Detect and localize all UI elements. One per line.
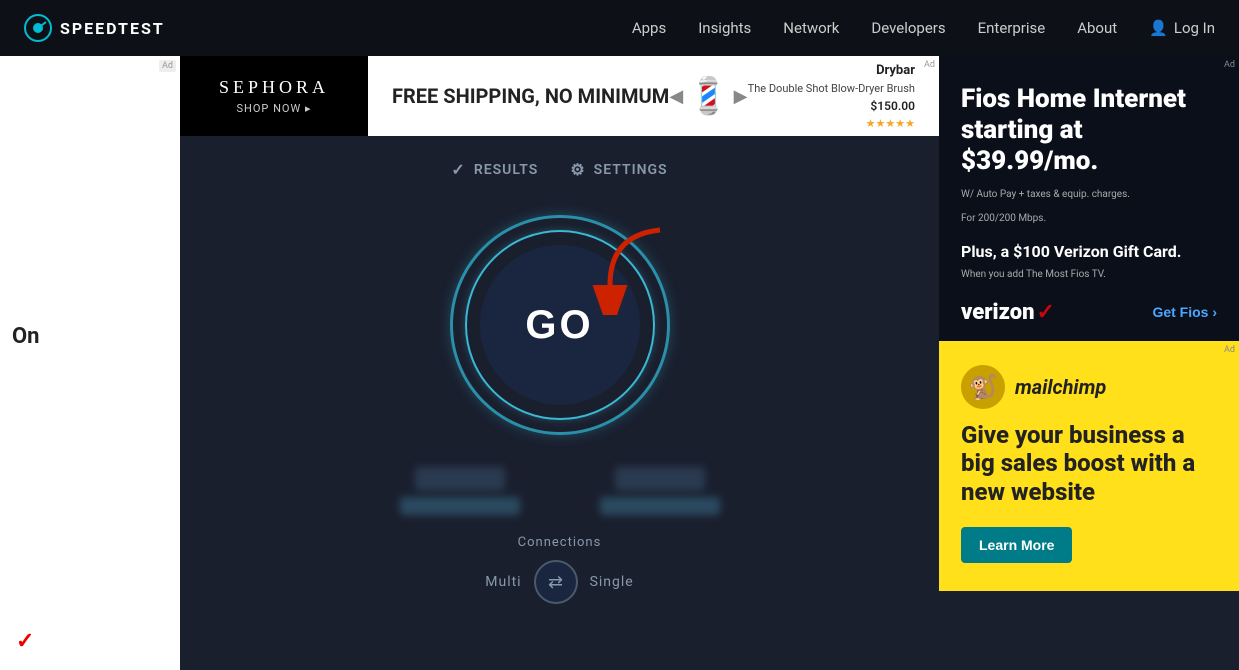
verizon-checkmark-icon: ✓ [1037, 300, 1055, 325]
verizon-ad-badge: Ad [1224, 60, 1235, 70]
verizon-ad: Ad Fios Home Internet starting at $39.99… [939, 56, 1239, 341]
verizon-ad-title: Fios Home Internet starting at $39.99/mo… [961, 84, 1217, 178]
tab-results-label: RESULTS [474, 162, 539, 178]
mailchimp-learn-label: Learn More [979, 537, 1054, 553]
mailchimp-brand: mailchimp [1015, 375, 1106, 399]
drybar-headline: FREE SHIPPING, NO MINIMUM [392, 84, 669, 108]
drybar-left: FREE SHIPPING, NO MINIMUM [392, 84, 669, 108]
connections-toggle-button[interactable]: ⇄ [534, 560, 578, 604]
monkey-emoji: 🐒 [968, 373, 998, 401]
verizon-ad-sub1: W/ Auto Pay + taxes & equip. charges. [961, 188, 1217, 202]
single-label: Single [590, 574, 634, 590]
drybar-prev-arrow[interactable]: ◀ [669, 86, 683, 107]
person-icon: 👤 [1149, 19, 1168, 37]
right-sidebar: Ad Fios Home Internet starting at $39.99… [939, 56, 1239, 670]
get-fios-label: Get Fios › [1152, 304, 1217, 320]
login-label: Log In [1174, 19, 1215, 37]
tabs-row: ✓ RESULTS ⚙ SETTINGS [451, 156, 667, 183]
verizon-ad-sub2: For 200/200 Mbps. [961, 212, 1217, 226]
get-fios-button[interactable]: Get Fios › [1152, 304, 1217, 320]
drybar-next-arrow[interactable]: ▶ [734, 86, 748, 107]
toggle-icon: ⇄ [548, 572, 563, 593]
upload-sub-blurred [600, 497, 720, 515]
verizon-logo-text: verizon [961, 300, 1035, 325]
drybar-product: The Double Shot Blow-Dryer Brush [748, 82, 915, 95]
left-ad-on-text: On [12, 324, 40, 349]
sephora-ad[interactable]: SEPHORA SHOP NOW ▸ [180, 56, 368, 136]
tab-results[interactable]: ✓ RESULTS [451, 156, 538, 183]
nav-item-network[interactable]: Network [783, 19, 839, 37]
sephora-name: SEPHORA [219, 77, 329, 98]
drybar-product-image: 💈 [683, 75, 733, 117]
download-sub-blurred [400, 497, 520, 515]
speedtest-area: ✓ RESULTS ⚙ SETTINGS GO [180, 136, 939, 670]
mailchimp-ad-badge: Ad [1224, 345, 1235, 355]
nav-item-enterprise[interactable]: Enterprise [978, 19, 1046, 37]
tab-settings-label: SETTINGS [594, 162, 668, 178]
sephora-cta[interactable]: SHOP NOW ▸ [236, 102, 311, 115]
nav-item-developers[interactable]: Developers [871, 19, 945, 37]
settings-gear-icon: ⚙ [570, 160, 585, 179]
info-boxes [400, 467, 720, 515]
drybar-info: Drybar The Double Shot Blow-Dryer Brush … [748, 63, 915, 130]
left-sidebar-ad: Ad On ✓ [0, 56, 180, 670]
connections-section: Connections Multi ⇄ Single [485, 535, 633, 604]
verizon-check-bottom: ✓ [16, 629, 34, 654]
verizon-ad-bonus-sub: When you add The Most Fios TV. [961, 269, 1217, 280]
brush-icon: 💈 [686, 75, 731, 117]
results-check-icon: ✓ [451, 160, 465, 179]
left-ad-content: On [0, 64, 180, 670]
main-layout: Ad On ✓ SEPHORA SHOP NOW ▸ Ad FREE SHIPP… [0, 56, 1239, 670]
mailchimp-ad: Ad 🐒 mailchimp Give your business a big … [939, 341, 1239, 591]
top-ad-banner: SEPHORA SHOP NOW ▸ Ad FREE SHIPPING, NO … [180, 56, 939, 136]
login-button[interactable]: 👤 Log In [1149, 19, 1215, 37]
mailchimp-tagline: Give your business a big sales boost wit… [961, 421, 1217, 507]
verizon-logo: verizon✓ [961, 300, 1055, 325]
speedtest-logo-icon [24, 14, 52, 42]
logo[interactable]: SPEEDTEST [24, 14, 165, 42]
main-nav: Apps Insights Network Developers Enterpr… [632, 19, 1215, 37]
go-container: GO [450, 215, 670, 435]
connections-toggle: Multi ⇄ Single [485, 560, 633, 604]
center-content: SEPHORA SHOP NOW ▸ Ad FREE SHIPPING, NO … [180, 56, 939, 670]
drybar-ad[interactable]: Ad FREE SHIPPING, NO MINIMUM ◀ 💈 ▶ Dryba… [368, 56, 939, 136]
drybar-brand: Drybar [748, 63, 915, 78]
logo-text: SPEEDTEST [60, 19, 165, 38]
mailchimp-monkey-icon: 🐒 [961, 365, 1005, 409]
connections-label: Connections [518, 535, 602, 550]
mailchimp-header: 🐒 mailchimp [961, 365, 1217, 409]
go-button-label: GO [525, 303, 593, 348]
drybar-stars: ★★★★★ [748, 117, 915, 130]
go-button[interactable]: GO [480, 245, 640, 405]
tab-settings[interactable]: ⚙ SETTINGS [570, 156, 667, 183]
verizon-ad-bonus: Plus, a $100 Verizon Gift Card. [961, 242, 1217, 261]
nav-item-about[interactable]: About [1077, 19, 1117, 37]
verizon-ad-footer: verizon✓ Get Fios › [961, 300, 1217, 325]
mailchimp-learn-button[interactable]: Learn More [961, 527, 1072, 563]
nav-item-apps[interactable]: Apps [632, 19, 666, 37]
header: SPEEDTEST Apps Insights Network Develope… [0, 0, 1239, 56]
drybar-ad-badge: Ad [924, 60, 935, 70]
multi-label: Multi [485, 574, 521, 590]
drybar-price: $150.00 [748, 99, 915, 113]
download-info-box [400, 467, 520, 515]
download-value-blurred [415, 467, 505, 491]
upload-value-blurred [615, 467, 705, 491]
upload-info-box [600, 467, 720, 515]
left-ad-badge: Ad [159, 60, 176, 72]
nav-item-insights[interactable]: Insights [698, 19, 751, 37]
